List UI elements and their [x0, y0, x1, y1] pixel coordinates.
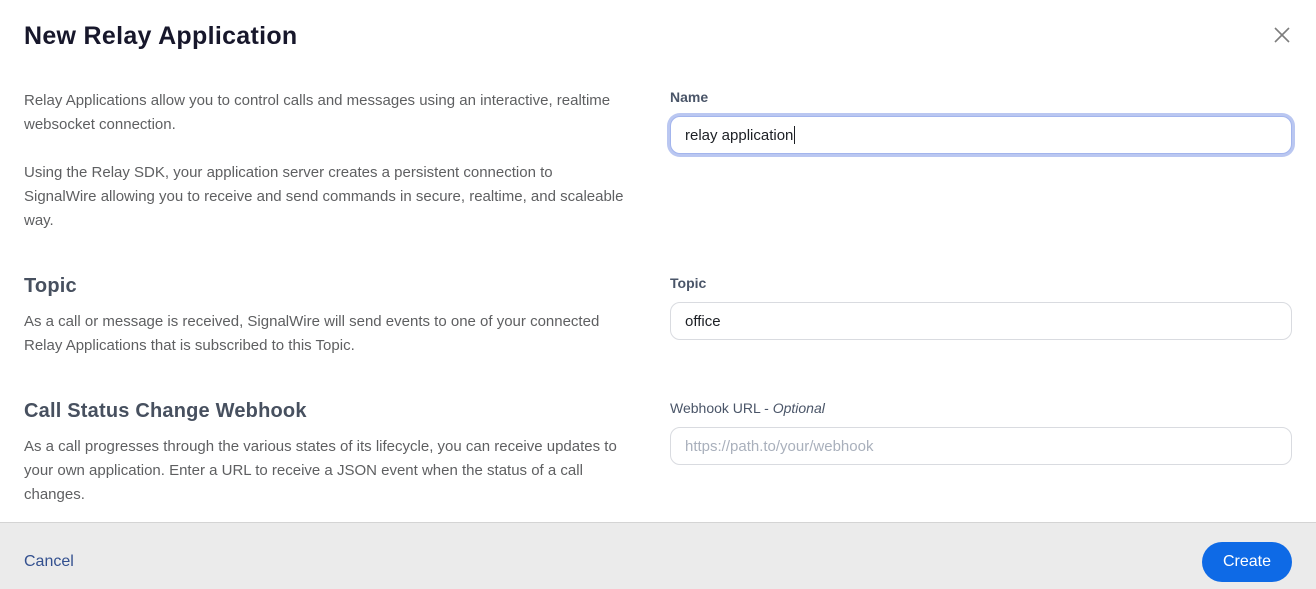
intro-section: Relay Applications allow you to control …	[24, 89, 634, 233]
topic-field-group: Topic	[670, 275, 1292, 340]
webhook-url-label-text: Webhook URL -	[670, 400, 773, 416]
intro-paragraph-1: Relay Applications allow you to control …	[24, 92, 611, 133]
webhook-url-field-group: Webhook URL - Optional	[670, 400, 1292, 465]
topic-heading: Topic	[24, 275, 77, 297]
close-button[interactable]	[1270, 24, 1294, 48]
modal-footer: Cancel Create	[0, 522, 1316, 589]
topic-description: As a call or message is received, Signal…	[24, 313, 600, 354]
name-input-value: relay application	[685, 126, 794, 144]
create-button[interactable]: Create	[1201, 542, 1292, 582]
text-caret	[794, 126, 796, 144]
intro-paragraph-2: Using the Relay SDK, your application se…	[24, 164, 624, 229]
page-title: New Relay Application	[24, 22, 298, 50]
call-status-webhook-section: Call Status Change Webhook As a call pro…	[24, 400, 634, 507]
name-input[interactable]: relay application	[670, 116, 1292, 154]
name-label: Name	[670, 89, 709, 105]
close-icon	[1273, 26, 1291, 47]
webhook-url-input[interactable]	[670, 427, 1292, 465]
modal-body: Relay Applications allow you to control …	[0, 89, 1316, 507]
call-status-webhook-heading: Call Status Change Webhook	[24, 400, 307, 422]
webhook-url-label: Webhook URL - Optional	[670, 400, 1292, 416]
topic-input[interactable]	[670, 302, 1292, 340]
name-field-group: Name relay application	[670, 89, 1292, 154]
modal-header: New Relay Application	[0, 0, 1316, 51]
webhook-url-optional-text: Optional	[772, 400, 825, 416]
call-status-webhook-description: As a call progresses through the various…	[24, 438, 617, 503]
cancel-button[interactable]: Cancel	[24, 553, 74, 571]
topic-section: Topic As a call or message is received, …	[24, 275, 634, 358]
topic-label: Topic	[670, 275, 707, 291]
